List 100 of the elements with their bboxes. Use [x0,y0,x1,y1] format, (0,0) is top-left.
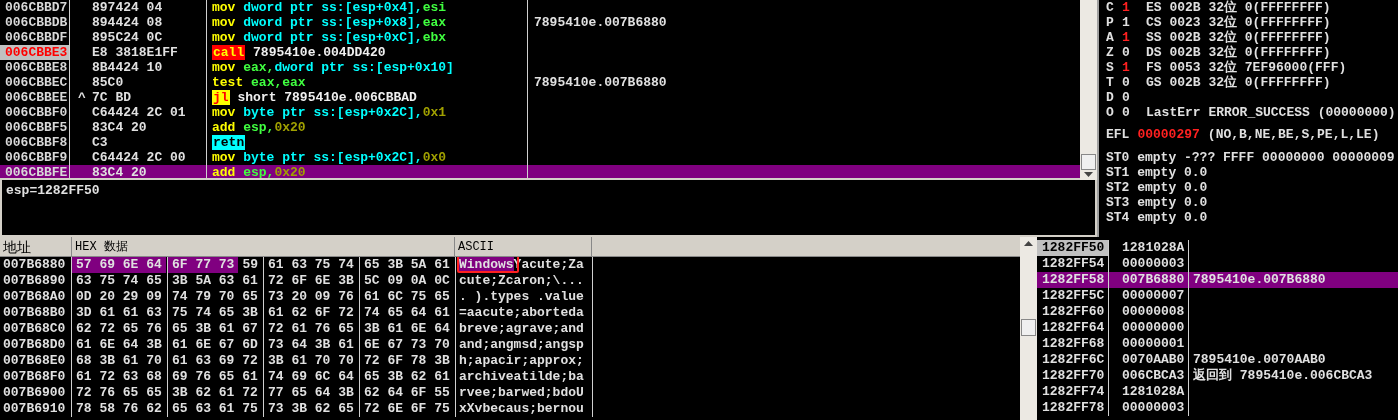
selected-row[interactable]: 006CBBFE 83C4 20 add esp,0x20 [0,165,1080,178]
stack-address: 1282FF64 [1042,320,1105,335]
immediate-operand: 0x1 [422,105,447,120]
code-row[interactable]: 006CBBD7 897424 04 mov dword ptr ss:[esp+0x4],esi [0,0,1080,15]
stack-value: 00000000 [1122,320,1185,335]
code-address: 006CBBDF [5,30,68,45]
stack-comment: 7895410e.007B6880 [1193,272,1326,287]
flag-value: 1 [1122,15,1131,30]
memory-operand: byte ptr ss:[esp+0x2C], [243,150,423,165]
code-row[interactable]: 006CBBF0 C64424 2C 01 mov byte ptr ss:[esp+0x2C],0x1 [0,105,1080,120]
mnemonic: mov [212,30,236,45]
register-detail: LastErr ERROR_SUCCESS (00000000) [1146,105,1396,120]
stack-row[interactable]: 1282FF6C 0070AAB0 7895410e.0070AAB0 [1037,352,1398,368]
hex-bytes: 895C24 0C [92,30,163,45]
stack-row[interactable]: 1282FF78 00000003 [1037,400,1398,416]
dump-address: 007B6900 [3,385,66,400]
stack-row[interactable]: 1282FF60 00000008 [1037,304,1398,320]
stack-value: 1281028A [1122,384,1185,399]
flag-value: 0 [1122,90,1131,105]
scrollbar[interactable] [1080,0,1097,180]
register-operand: esi [422,0,447,15]
flag-name: T [1106,75,1115,90]
immediate-operand: 0x20 [274,120,306,135]
hex-bytes: 61 6C 75 65 [363,289,451,305]
ascii-text: h;apacir;approx; [459,353,584,369]
selected-row[interactable]: 1282FF58 007B6880 7895410e.007B6880 [1037,272,1398,288]
hex-bytes: 8B4424 10 [92,60,163,75]
scroll-up-icon[interactable] [1024,240,1033,246]
stack-address: 1282FF58 [1042,272,1105,287]
ascii-text: and;angmsd;angsp [459,337,584,353]
memory-operand: dword ptr ss:[esp+0xC], [243,30,423,45]
flag-value: 1 [1122,60,1131,75]
dump-address: 007B68A0 [3,289,66,304]
code-address: 006CBBE8 [5,60,68,75]
hex-bytes: 62 72 65 76 [75,321,163,337]
hex-bytes: 61 62 6F 72 [267,305,355,321]
scroll-thumb[interactable] [1021,319,1036,336]
stack-value: 00000001 [1122,336,1185,351]
hex-bytes: 894424 08 [92,15,163,30]
flag-value: 1 [1122,30,1131,45]
stack-value: 0070AAB0 [1122,352,1185,367]
stack-row[interactable]: 1282FF74 1281028A [1037,384,1398,400]
stack-address: 1282FF54 [1042,256,1105,271]
hex-bytes: 5C 09 0A 0C [363,273,451,289]
hex-bytes: 72 61 76 65 [267,321,355,337]
scrollbar[interactable] [1020,237,1037,420]
stack-row[interactable]: 1282FF64 00000000 [1037,320,1398,336]
memory-operand: byte ptr ss:[esp+0x2C], [243,105,423,120]
ascii-text: =aacute;aborteda [459,305,584,321]
hex-bytes: 68 3B 61 70 [75,353,163,369]
comment-text: 7895410e.007B6880 [534,75,667,90]
mnemonic: add [212,165,236,178]
flag-name: C [1106,0,1115,15]
stack-row[interactable]: 1282FF5C 00000007 [1037,288,1398,304]
jump-arrow: ^ [78,90,86,105]
memory-operand: dword ptr ss:[esp+0x4], [243,0,423,15]
code-row[interactable]: 006CBBDB 894424 08 mov dword ptr ss:[esp+0x8],eax 7895410e.007B6880 [0,15,1080,30]
stack-row[interactable]: 1282FF50 1281028A [1037,240,1398,256]
stack-row[interactable]: 1282FF68 00000001 [1037,336,1398,352]
code-address: 006CBBF8 [5,135,68,150]
code-row[interactable]: 006CBBEE ^ 7C BD jl short 7895410e.006CBBAD [0,90,1080,105]
memory-operand: dword ptr ss:[esp+0x10] [274,60,454,75]
code-row[interactable]: 006CBBE3 E8 3818E1FF call 7895410e.004DD420 [0,45,1080,60]
register-operand: esp, [243,120,275,135]
stack-row[interactable]: 1282FF70 006CBCA3 返回到 7895410e.006CBCA3 [1037,368,1398,384]
flag-value: 0 [1122,105,1131,120]
mnemonic: test [212,75,244,90]
comment-text: 7895410e.007B6880 [534,15,667,30]
hex-bytes: C3 [92,135,108,150]
code-row[interactable]: 006CBBE8 8B4424 10 mov eax,dword ptr ss:[esp+0x10] [0,60,1080,75]
fpu-register: ST4 empty 0.0 [1106,210,1209,225]
hex-bytes: 61 63 69 72 [171,353,259,369]
stack-address: 1282FF60 [1042,304,1105,319]
code-address: 006CBBF9 [5,150,68,165]
scroll-down-icon[interactable] [1084,172,1093,178]
dump-address: 007B68B0 [3,305,66,320]
scroll-thumb[interactable] [1081,154,1096,170]
hex-bytes: 0D 20 29 09 [75,289,163,305]
call-mnemonic: call [212,45,246,60]
mnemonic: add [212,120,236,135]
column-header[interactable]: 地址 [0,237,72,256]
hex-bytes: 6F 77 73 [168,257,239,273]
fpu-register: ST2 empty 0.0 [1106,180,1209,195]
hex-bytes: 72 76 65 65 [75,385,163,401]
fpu-register: ST1 empty 0.0 [1106,165,1209,180]
column-header[interactable]: ASCII [455,237,592,256]
info-text: esp=1282FF50 [6,183,100,198]
code-row[interactable]: 006CBBF8 C3 retn [0,135,1080,150]
immediate-operand: 0x20 [274,165,306,178]
hex-bytes: 83C4 20 [92,165,147,178]
flag-register-value: 00000297 [1137,127,1200,142]
register-operand: eax [422,15,447,30]
column-header[interactable]: HEX 数据 [72,237,455,256]
hex-bytes: C64424 2C 00 [92,150,186,165]
flag-value: 0 [1122,75,1131,90]
flag-register-label: EFL [1106,127,1130,142]
ascii-text: . ).types .value [459,289,584,305]
dump-address: 007B6880 [3,257,66,272]
hex-bytes: 83C4 20 [92,120,147,135]
hex-bytes: 65 63 61 75 [171,401,259,417]
